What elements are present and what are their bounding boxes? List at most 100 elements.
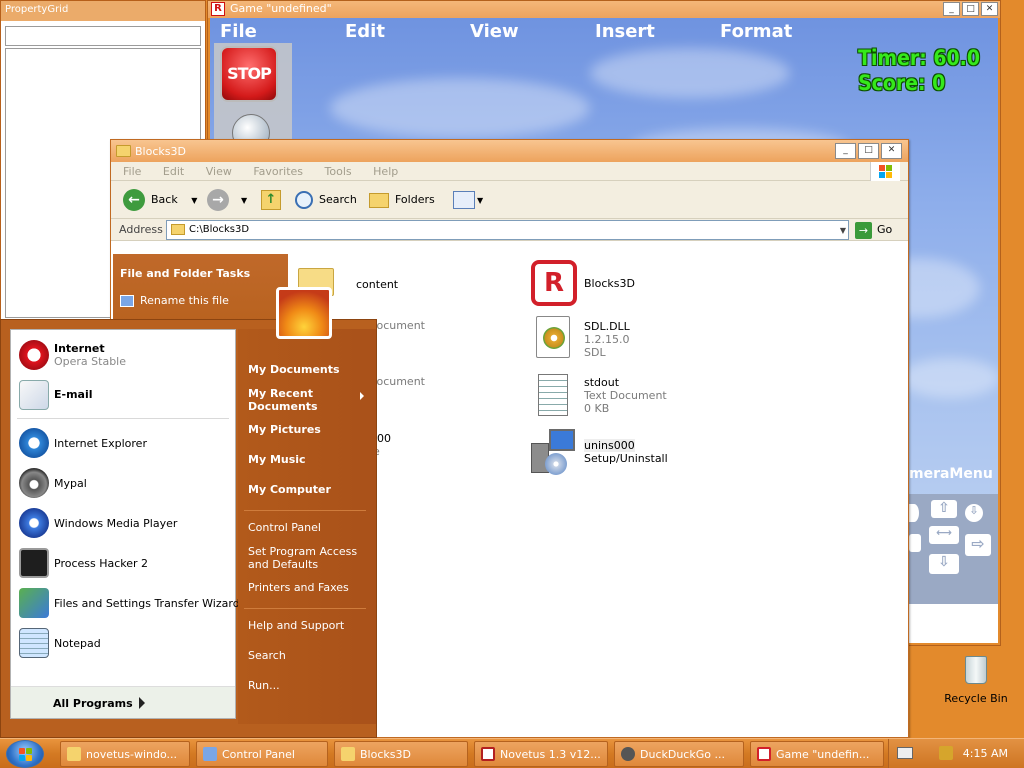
program-process-hacker[interactable]: Process Hacker 2: [19, 548, 229, 580]
menu-favorites[interactable]: Favorites: [253, 165, 303, 178]
camera-left-icon[interactable]: [909, 534, 921, 552]
property-grid-field[interactable]: [5, 26, 201, 46]
views-icon: [453, 191, 475, 209]
clock[interactable]: 4:15 AM: [963, 747, 1008, 760]
address-label: Address: [119, 223, 163, 236]
start-button[interactable]: [6, 740, 44, 768]
search-button[interactable]: Search: [295, 189, 357, 211]
place-my-music[interactable]: My Music: [248, 453, 373, 466]
place-my-computer[interactable]: My Computer: [248, 483, 373, 496]
minimize-button[interactable]: _: [835, 143, 856, 159]
camera-right-icon[interactable]: ⇨: [965, 534, 991, 556]
game-menu-format[interactable]: Format: [720, 21, 792, 42]
back-button[interactable]: ← Back ▼: [123, 189, 197, 211]
place-set-program-access[interactable]: Set Program Access and Defaults: [248, 545, 358, 571]
place-control-panel[interactable]: Control Panel: [248, 521, 373, 534]
place-printers-faxes[interactable]: Printers and Faxes: [248, 581, 373, 594]
place-help-support[interactable]: Help and Support: [248, 619, 373, 632]
folder-icon: [171, 224, 185, 235]
task-rename[interactable]: Rename this file: [113, 280, 288, 307]
file-name: unins000: [584, 439, 635, 452]
file-type: Setup/Uninstall: [584, 452, 668, 465]
game-menu-file[interactable]: File: [220, 21, 257, 42]
all-programs-button[interactable]: All Programs: [11, 686, 235, 718]
game-menu-insert[interactable]: Insert: [595, 21, 655, 42]
go-label: Go: [877, 223, 893, 236]
taskbar-control-panel[interactable]: Control Panel: [196, 741, 328, 767]
camera-zoom-icon[interactable]: ⇩: [965, 504, 983, 522]
file-item-document-1[interactable]: Document: [368, 319, 488, 359]
up-folder-button[interactable]: ↑: [261, 189, 283, 211]
file-item-unins000[interactable]: unins000 Setup/Uninstall: [531, 429, 751, 479]
file-item-sdl-dll[interactable]: SDL.DLL 1.2.15.0 SDL: [536, 316, 736, 366]
game-menu-edit[interactable]: Edit: [345, 21, 385, 42]
close-button[interactable]: ✕: [881, 143, 902, 159]
views-button[interactable]: ▼: [453, 189, 483, 211]
program-internet-explorer[interactable]: Internet Explorer: [19, 428, 229, 460]
program-transfer-wizard[interactable]: Files and Settings Transfer Wizard: [19, 588, 240, 620]
keyboard-icon[interactable]: [897, 747, 913, 759]
stop-button[interactable]: STOP: [220, 46, 278, 102]
camera-controls: ⇧ ⇩ ⟷ ⇨ ⇩: [909, 494, 998, 604]
forward-dropdown-icon[interactable]: ▼: [241, 196, 247, 205]
go-button[interactable]: → Go: [855, 221, 892, 239]
pinned-email[interactable]: E-mail: [19, 380, 229, 412]
address-input[interactable]: C:\Blocks3D ▼: [166, 220, 849, 240]
camera-down-icon[interactable]: ⇩: [929, 554, 959, 574]
pinned-title: Internet: [54, 342, 105, 355]
place-run[interactable]: Run...: [248, 679, 373, 692]
maximize-button[interactable]: □: [962, 2, 979, 16]
search-label: Search: [319, 193, 357, 206]
taskbar-game[interactable]: Game "undefin...: [750, 741, 884, 767]
place-my-documents[interactable]: My Documents: [248, 363, 373, 376]
taskbar-blocks3d[interactable]: Blocks3D: [334, 741, 468, 767]
timer-text: Timer: 60.0: [858, 46, 980, 70]
camera-center-icon[interactable]: ⟷: [929, 526, 959, 544]
folders-button[interactable]: Folders: [369, 189, 435, 211]
rename-icon: [120, 295, 134, 307]
pinned-internet[interactable]: Internet Opera Stable: [19, 340, 229, 372]
forward-button[interactable]: → ▼: [207, 189, 247, 211]
file-item-document-2[interactable]: Document: [368, 375, 488, 415]
minimize-button[interactable]: _: [943, 2, 960, 16]
media-player-icon: [19, 508, 49, 538]
file-name: stdout: [584, 376, 620, 389]
taskbar-novetus-launcher[interactable]: Novetus 1.3 v12...: [474, 741, 608, 767]
pinned-subtitle: Opera Stable: [54, 355, 127, 368]
place-search[interactable]: Search: [248, 649, 373, 662]
camera-rotate-left-icon[interactable]: [909, 504, 919, 522]
menu-help[interactable]: Help: [373, 165, 398, 178]
game-menu-view[interactable]: View: [470, 21, 519, 42]
maximize-button[interactable]: □: [858, 143, 879, 159]
address-dropdown-icon[interactable]: ▼: [840, 226, 846, 235]
menu-file[interactable]: File: [123, 165, 141, 178]
taskbar-novetus-folder[interactable]: novetus-windo...: [60, 741, 190, 767]
place-my-recent-documents[interactable]: My Recent Documents: [248, 387, 364, 413]
score-text: Score: 0: [858, 71, 946, 95]
explorer-title: Blocks3D: [135, 145, 186, 158]
camera-up-icon[interactable]: ⇧: [931, 500, 957, 518]
file-item-blocks3d[interactable]: R Blocks3D: [531, 260, 731, 310]
menu-edit[interactable]: Edit: [163, 165, 184, 178]
tasks-header[interactable]: File and Folder Tasks: [113, 254, 288, 280]
file-item-stdout[interactable]: stdout Text Document 0 KB: [538, 374, 738, 424]
program-notepad[interactable]: Notepad: [19, 628, 229, 660]
network-icon[interactable]: [939, 746, 953, 760]
separator: [244, 510, 366, 511]
program-mypal[interactable]: Mypal: [19, 468, 229, 500]
program-windows-media-player[interactable]: Windows Media Player: [19, 508, 229, 540]
game-titlebar[interactable]: R Game "undefined" _ □ ✕: [208, 1, 1000, 18]
menu-view[interactable]: View: [206, 165, 232, 178]
taskbar-duckduckgo[interactable]: DuckDuckGo ...: [614, 741, 744, 767]
back-dropdown-icon[interactable]: ▼: [191, 196, 197, 205]
transfer-wizard-icon: [19, 588, 49, 618]
explorer-titlebar[interactable]: Blocks3D _ □ ✕: [111, 140, 908, 162]
menu-tools[interactable]: Tools: [325, 165, 352, 178]
file-item-partial[interactable]: 000 le: [370, 432, 490, 472]
back-arrow-icon: ←: [123, 189, 145, 211]
place-my-pictures[interactable]: My Pictures: [248, 423, 373, 436]
file-folder-tasks-panel: File and Folder Tasks Rename this file: [113, 254, 288, 324]
user-avatar[interactable]: [276, 287, 332, 339]
close-button[interactable]: ✕: [981, 2, 998, 16]
recycle-bin[interactable]: Recycle Bin: [940, 656, 1012, 714]
